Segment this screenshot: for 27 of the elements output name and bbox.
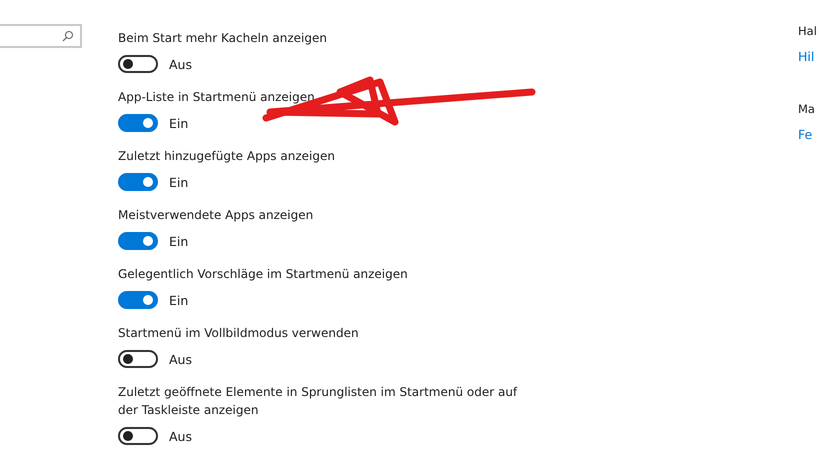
help-link[interactable]: Fe [798,126,819,144]
search-field[interactable] [0,24,82,48]
setting-label: Zuletzt geöffnete Elemente in Sprunglisten im Startmenü oder auf der Taskleiste anzeigen [118,384,518,419]
toggle-switch[interactable] [118,427,158,445]
toggle-state: Aus [169,428,192,444]
setting-label: Gelegentlich Vorschläge im Startmenü anzeigen [118,266,409,283]
toggle-state: Ein [169,174,188,190]
toggle-state: Aus [169,352,192,366]
toggle-switch[interactable] [118,114,158,132]
toggle-switch[interactable] [118,173,158,191]
toggle-switch[interactable] [118,350,158,368]
setting-label: Zuletzt hinzugefügte Apps anzeigen [118,148,336,165]
setting-label: Beim Start mehr Kacheln anzeigen [118,30,328,47]
toggle-state: Ein [169,292,188,308]
setting-label: App-Liste in Startmenü anzeigen [118,89,316,106]
search-icon [62,30,74,42]
toggle-switch[interactable] [118,55,158,73]
toggle-switch[interactable] [118,232,158,250]
help-link[interactable]: Hil [798,48,819,66]
setting-label: Meistverwendete Apps anzeigen [118,207,314,224]
toggle-state: Ein [169,234,188,248]
section-heading: Hal [798,23,818,40]
section-heading: Ma [798,101,816,118]
toggle-switch[interactable] [118,291,158,309]
setting-label: Startmenü im Vollbildmodus verwenden [118,325,360,342]
toggle-state: Aus [169,56,192,72]
toggle-state: Ein [169,116,188,130]
